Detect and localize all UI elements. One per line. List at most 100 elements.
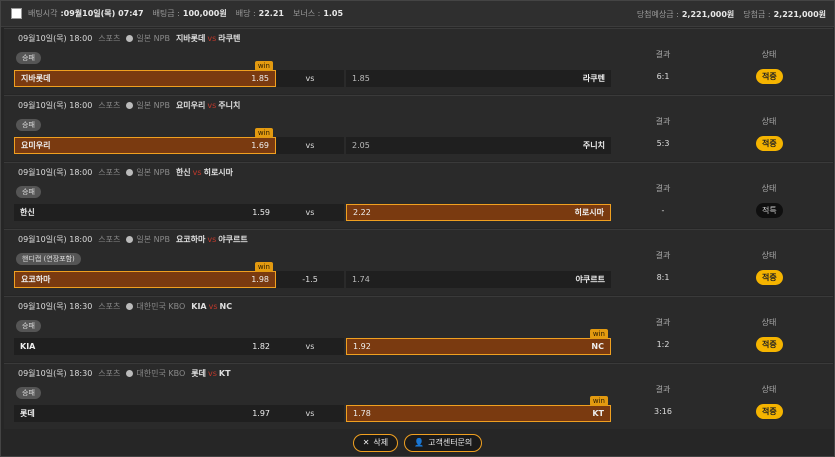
game-datetime: 09월10일(목) 18:00 [18, 34, 93, 43]
result-label: 결과 [655, 50, 671, 59]
game-datetime: 09월10일(목) 18:00 [18, 101, 93, 110]
win-tag: win [589, 396, 608, 406]
away-team-name: NC [219, 302, 233, 311]
home-odds-button[interactable]: win 지바롯데 1.85 [14, 61, 276, 87]
bet-summary-header: 배팅시각 :09월10일(목) 07:47 배팅금 : 100,000원 배당 … [1, 1, 834, 27]
draw-handicap-cell[interactable]: vs [276, 405, 344, 422]
away-team-name: 야쿠르트 [218, 235, 248, 244]
sport-label: 스포츠 [98, 369, 121, 378]
league-flag-icon [126, 236, 134, 243]
win-tag: win [589, 329, 608, 339]
market-badge: 승패 [16, 387, 41, 399]
result-score: - [661, 206, 665, 215]
home-odds-value: 1.97 [252, 409, 270, 418]
home-team-label: 요미우리 [21, 141, 51, 150]
away-odds-button[interactable]: 1.85 라쿠텐 [346, 70, 611, 87]
game-row: 09월10일(목) 18:30 스포츠 대한민국 KBO KIA vs NC 승… [4, 296, 833, 362]
league-name: 대한민국 KBO [136, 302, 186, 311]
league-name: 일본 NPB [136, 235, 170, 244]
home-team-name: 요미우리 [175, 101, 206, 110]
odds-label: 배당 : [235, 9, 256, 18]
away-odds-button[interactable]: win 1.92 NC [346, 329, 611, 355]
win-tag: win [254, 61, 273, 71]
vs-label: vs [207, 369, 217, 378]
league-flag-icon [126, 370, 134, 377]
customer-support-button[interactable]: 👤 고객센터문의 [404, 433, 483, 452]
game-meta: 09월10일(목) 18:00 스포츠 일본 NPB 요코하마 vs 야쿠르트 [18, 234, 248, 245]
action-footer: ✕ 삭제 👤 고객센터문의 [1, 429, 834, 456]
away-odds-value: 1.78 [353, 409, 371, 418]
draw-handicap-cell[interactable]: -1.5 [276, 271, 344, 288]
away-team-label: 야쿠르트 [575, 275, 605, 284]
draw-handicap-cell[interactable]: vs [276, 338, 344, 355]
home-odds-button[interactable]: KIA 1.82 [14, 338, 276, 355]
status-badge: 적특 [756, 203, 783, 218]
result-score: 6:1 [656, 72, 670, 81]
league-name: 일본 NPB [136, 101, 170, 110]
market-badge: 승패 [16, 52, 41, 64]
home-team-name: 한신 [175, 168, 191, 177]
vs-label: vs [207, 34, 217, 43]
sport-label: 스포츠 [98, 101, 121, 110]
home-odds-button[interactable]: win 요코하마 1.98 [14, 262, 276, 288]
game-meta: 09월10일(목) 18:00 스포츠 일본 NPB 지바롯데 vs 라쿠텐 [18, 33, 240, 44]
away-odds-value: 1.74 [352, 275, 370, 284]
game-row: 09월10일(목) 18:00 스포츠 일본 NPB 요코하마 vs 야쿠르트 … [4, 229, 833, 295]
home-odds-button[interactable]: 롯데 1.97 [14, 405, 276, 422]
sport-label: 스포츠 [98, 168, 121, 177]
game-row: 09월10일(목) 18:00 스포츠 일본 NPB 지바롯데 vs 라쿠텐 승… [4, 28, 833, 94]
support-button-label: 고객센터문의 [428, 438, 473, 447]
home-team-name: 지바롯데 [175, 34, 206, 43]
market-badge: 핸디캡 (연장포함) [16, 253, 81, 265]
expected-win-value: 2,221,000원 [681, 10, 735, 19]
select-checkbox[interactable] [11, 8, 22, 19]
result-score: 5:3 [656, 139, 670, 148]
home-odds-button[interactable]: win 요미우리 1.69 [14, 128, 276, 154]
home-odds-value: 1.85 [251, 74, 269, 83]
status-badge: 적중 [756, 136, 783, 151]
league-name: 일본 NPB [136, 34, 170, 43]
home-team-name: KIA [191, 302, 207, 311]
away-team-label: 히로시마 [574, 208, 604, 217]
market-badge: 승패 [16, 320, 41, 332]
result-label: 결과 [655, 117, 671, 126]
home-odds-button[interactable]: 한신 1.59 [14, 204, 276, 221]
sport-label: 스포츠 [98, 235, 121, 244]
home-team-label: 요코하마 [21, 275, 51, 284]
draw-handicap-cell[interactable]: vs [276, 137, 344, 154]
league-flag-icon [126, 102, 134, 109]
away-odds-value: 1.92 [353, 342, 371, 351]
status-badge: 적중 [756, 404, 783, 419]
vs-label: vs [192, 168, 202, 177]
middle-value: -1.5 [302, 275, 318, 284]
away-team-label: 주니치 [582, 141, 605, 150]
away-team-label: NC [591, 342, 604, 351]
middle-value: vs [305, 409, 315, 418]
game-row: 09월10일(목) 18:00 스포츠 일본 NPB 한신 vs 히로시마 승패… [4, 162, 833, 228]
vs-label: vs [207, 101, 217, 110]
game-datetime: 09월10일(목) 18:00 [18, 168, 93, 177]
status-label: 상태 [761, 184, 777, 193]
game-meta: 09월10일(목) 18:30 스포츠 대한민국 KBO KIA vs NC [18, 301, 232, 312]
away-odds-button[interactable]: win 1.78 KT [346, 396, 611, 422]
user-icon: 👤 [414, 438, 425, 447]
delete-button[interactable]: ✕ 삭제 [352, 433, 399, 452]
status-label: 상태 [761, 117, 777, 126]
away-odds-button[interactable]: 1.74 야쿠르트 [346, 271, 611, 288]
draw-handicap-cell[interactable]: vs [276, 204, 344, 221]
market-badge: 승패 [16, 186, 41, 198]
middle-value: vs [305, 74, 315, 83]
home-odds-value: 1.59 [252, 208, 270, 217]
vs-label: vs [208, 302, 218, 311]
sport-label: 스포츠 [98, 302, 121, 311]
home-team-name: 요코하마 [175, 235, 206, 244]
home-odds-value: 1.98 [251, 275, 269, 284]
sport-label: 스포츠 [98, 34, 121, 43]
draw-handicap-cell[interactable]: vs [276, 70, 344, 87]
game-meta: 09월10일(목) 18:30 스포츠 대한민국 KBO 롯데 vs KT [18, 368, 231, 379]
away-odds-button[interactable]: 2.05 주니치 [346, 137, 611, 154]
league-flag-icon [126, 303, 134, 310]
status-label: 상태 [761, 318, 777, 327]
away-odds-value: 2.05 [352, 141, 370, 150]
away-odds-button[interactable]: 2.22 히로시마 [346, 204, 611, 221]
